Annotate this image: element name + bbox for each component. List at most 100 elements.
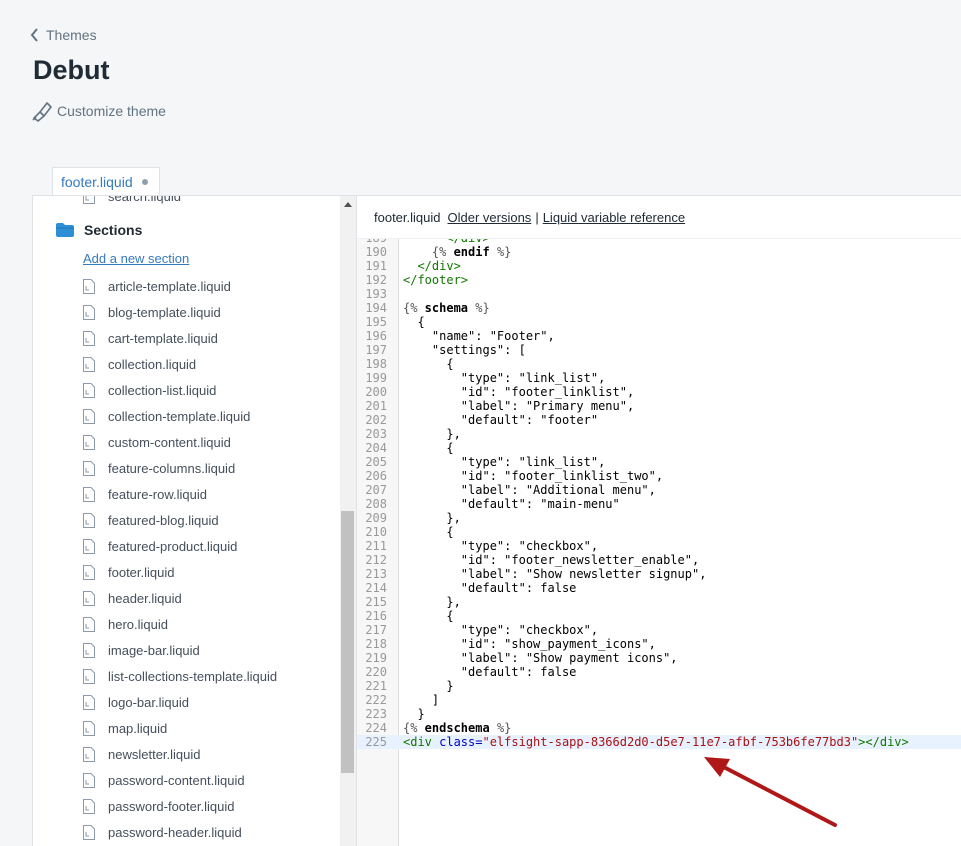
sidebar-file-item[interactable]: feature-columns.liquid <box>83 461 235 476</box>
line-content: "id": "footer_linklist", <box>403 385 634 399</box>
sidebar-file-item[interactable]: article-template.liquid <box>83 279 231 294</box>
sections-folder[interactable]: Sections <box>56 222 142 238</box>
sidebar-file-item[interactable]: featured-blog.liquid <box>83 513 219 528</box>
sidebar-scrollbar[interactable] <box>340 196 356 846</box>
code-token: {% <box>431 245 447 259</box>
line-number: 206 <box>365 469 387 483</box>
code-token: {% <box>403 301 418 315</box>
code-token: "label": "Primary menu", <box>403 399 635 413</box>
code-token: "default": "footer" <box>403 413 599 427</box>
file-icon <box>83 643 95 658</box>
chevron-left-icon <box>30 28 38 42</box>
tab-footer-liquid[interactable]: footer.liquid <box>52 167 160 196</box>
line-content: { <box>403 525 453 539</box>
sidebar-file-item[interactable]: custom-content.liquid <box>83 435 231 450</box>
sidebar-file-search[interactable]: search.liquid <box>83 196 181 204</box>
code-line: 219 "label": "Show payment icons", <box>357 651 961 665</box>
file-icon <box>83 695 95 710</box>
line-number: 202 <box>365 413 387 427</box>
line-content: "default": false <box>403 581 577 595</box>
sidebar-file-item[interactable]: password-footer.liquid <box>83 799 234 814</box>
code-token: "id": "footer_newsletter_enable", <box>403 553 700 567</box>
sidebar-file-item[interactable]: feature-row.liquid <box>83 487 207 502</box>
sidebar-file-item[interactable]: image-bar.liquid <box>83 643 200 658</box>
line-number: 221 <box>365 679 387 693</box>
line-content: </footer> <box>403 273 468 287</box>
line-content: "default": false <box>403 665 577 679</box>
back-to-themes-link[interactable]: Themes <box>30 27 97 43</box>
code-token: { <box>403 315 425 329</box>
code-editor-text[interactable]: 189 </div>190 {% endif %}191 </div>192</… <box>357 239 961 846</box>
sidebar-file-item[interactable]: password-header.liquid <box>83 825 242 840</box>
sidebar-file-item[interactable]: logo-bar.liquid <box>83 695 189 710</box>
line-number: 190 <box>365 245 387 259</box>
sidebar-file-item[interactable]: blog-template.liquid <box>83 305 221 320</box>
code-token: "default": false <box>403 581 577 595</box>
line-number: 197 <box>365 343 387 357</box>
code-line: 220 "default": false <box>357 665 961 679</box>
file-icon <box>83 565 95 580</box>
code-line: 193 <box>357 287 961 301</box>
line-number: 215 <box>365 595 387 609</box>
file-icon <box>83 435 95 450</box>
file-label: newsletter.liquid <box>108 747 201 762</box>
liquid-reference-link[interactable]: Liquid variable reference <box>543 210 685 225</box>
sidebar-file-item[interactable]: cart-template.liquid <box>83 331 218 346</box>
sidebar-file-item[interactable]: password-content.liquid <box>83 773 245 788</box>
file-icon <box>83 721 95 736</box>
line-number: 216 <box>365 609 387 623</box>
sidebar-file-item[interactable]: footer.liquid <box>83 565 175 580</box>
code-token: "label": "Additional menu", <box>403 483 656 497</box>
file-icon <box>83 331 95 346</box>
code-line: 217 "type": "checkbox", <box>357 623 961 637</box>
sidebar-file-item[interactable]: list-collections-template.liquid <box>83 669 277 684</box>
line-number: 223 <box>365 707 387 721</box>
scrollbar-thumb[interactable] <box>341 511 354 773</box>
line-number: 225 <box>365 735 387 749</box>
code-line: 221 } <box>357 679 961 693</box>
file-label: collection-list.liquid <box>108 383 217 398</box>
file-label: article-template.liquid <box>108 279 231 294</box>
code-line: 208 "default": "main-menu" <box>357 497 961 511</box>
code-line: 202 "default": "footer" <box>357 413 961 427</box>
sidebar-file-item[interactable]: header.liquid <box>83 591 182 606</box>
sidebar-file-item[interactable]: collection-list.liquid <box>83 383 216 398</box>
code-token: ></div> <box>858 735 909 749</box>
sidebar-file-item[interactable]: hero.liquid <box>83 617 168 632</box>
line-number: 207 <box>365 483 387 497</box>
file-label: hero.liquid <box>108 617 168 632</box>
older-versions-link[interactable]: Older versions <box>448 210 532 225</box>
code-line: 199 "type": "link_list", <box>357 371 961 385</box>
code-line: 196 "name": "Footer", <box>357 329 961 343</box>
sidebar-file-item[interactable]: map.liquid <box>83 721 167 736</box>
sidebar-file-item[interactable]: collection-template.liquid <box>83 409 250 424</box>
code-token: %} <box>496 721 512 735</box>
code-token: } <box>403 679 454 693</box>
line-content: }, <box>403 427 461 441</box>
code-token: %} <box>496 245 512 259</box>
line-content: "settings": [ <box>403 343 526 357</box>
scroll-up-arrow-icon[interactable] <box>344 202 352 207</box>
file-label: custom-content.liquid <box>108 435 231 450</box>
customize-theme-link[interactable]: Customize theme <box>31 100 166 122</box>
line-number: 205 <box>365 455 387 469</box>
file-icon <box>83 305 95 320</box>
file-icon <box>83 747 95 762</box>
sidebar-file-item[interactable]: collection.liquid <box>83 357 196 372</box>
add-new-section-link[interactable]: Add a new section <box>83 251 189 266</box>
code-token: { <box>403 441 454 455</box>
folder-label: Sections <box>84 222 143 238</box>
line-number: 212 <box>365 553 387 567</box>
file-label: collection.liquid <box>108 357 197 372</box>
sidebar-file-item[interactable]: featured-product.liquid <box>83 539 237 554</box>
file-icon <box>83 617 95 632</box>
file-icon <box>83 383 95 398</box>
code-token: }, <box>403 427 461 441</box>
sidebar-file-item[interactable]: newsletter.liquid <box>83 747 201 762</box>
folder-icon <box>56 223 74 237</box>
file-icon <box>83 279 95 294</box>
line-number: 192 <box>365 273 387 287</box>
code-line: 216 { <box>357 609 961 623</box>
code-token: "type": "checkbox", <box>403 623 599 637</box>
